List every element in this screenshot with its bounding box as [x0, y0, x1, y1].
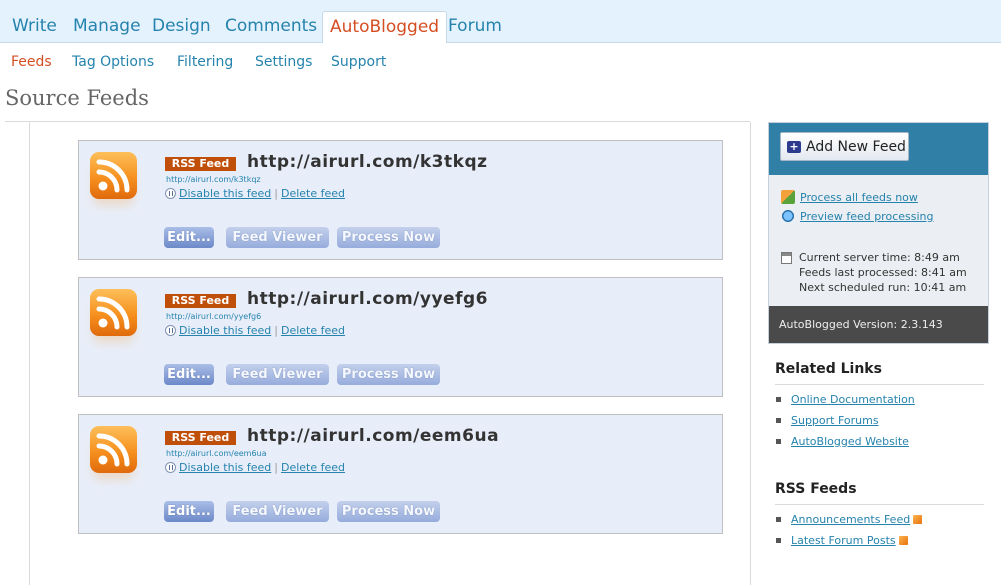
preview-feed-processing-link[interactable]: Preview feed processing — [781, 209, 933, 223]
title-divider — [5, 121, 750, 122]
feed-source-link[interactable]: http://airurl.com/k3tkqz — [166, 175, 261, 184]
support-forums-link[interactable]: Support Forums — [791, 414, 879, 427]
subtab-filtering[interactable]: Filtering — [177, 54, 233, 70]
subtab-feeds[interactable]: Feeds — [11, 54, 52, 70]
edit-feed-button[interactable]: Edit... — [164, 501, 214, 522]
add-new-feed-button[interactable]: + Add New Feed — [780, 132, 909, 161]
edit-feed-button[interactable]: Edit... — [164, 364, 214, 385]
rss-icon — [90, 152, 137, 199]
content-left-border — [29, 122, 30, 585]
tab-autoblogged[interactable]: AutoBlogged — [322, 11, 448, 43]
feed-title-url: http://airurl.com/yyefg6 — [247, 289, 488, 309]
rss-icon — [898, 536, 908, 545]
feed-viewer-button[interactable]: Feed Viewer — [226, 364, 329, 385]
feed-card: RSS Feed http://airurl.com/eem6ua http:/… — [78, 414, 723, 534]
feed-card: RSS Feed http://airurl.com/yyefg6 http:/… — [78, 277, 723, 397]
feed-source-link[interactable]: http://airurl.com/yyefg6 — [166, 312, 261, 321]
rss-feeds-divider — [775, 504, 984, 505]
feed-actions: Disable this feed | Delete feed — [165, 461, 345, 474]
feed-title-url: http://airurl.com/k3tkqz — [247, 152, 488, 172]
version-footer: AutoBlogged Version: 2.3.143 — [769, 306, 988, 343]
list-item: Online Documentation — [776, 393, 915, 406]
process-now-button[interactable]: Process Now — [337, 227, 440, 248]
list-item: AutoBlogged Website — [776, 435, 909, 448]
feed-actions: Disable this feed | Delete feed — [165, 187, 345, 200]
feed-title-url: http://airurl.com/eem6ua — [247, 426, 500, 446]
preview-icon — [781, 209, 795, 223]
process-icon — [781, 190, 795, 204]
disable-feed-link[interactable]: Disable this feed — [179, 324, 271, 337]
edit-feed-button[interactable]: Edit... — [164, 227, 214, 248]
delete-feed-link[interactable]: Delete feed — [281, 461, 345, 474]
last-processed: Feeds last processed: 8:41 am — [799, 266, 967, 279]
related-links-divider — [775, 384, 984, 385]
process-now-button[interactable]: Process Now — [337, 364, 440, 385]
feed-type-badge: RSS Feed — [165, 294, 236, 308]
tab-design[interactable]: Design — [152, 11, 211, 42]
feed-control-panel: + Add New Feed Process all feeds now Pre… — [768, 122, 989, 344]
latest-forum-posts-link[interactable]: Latest Forum Posts — [791, 534, 896, 547]
process-now-button[interactable]: Process Now — [337, 501, 440, 522]
page-title: Source Feeds — [5, 86, 149, 110]
calendar-icon — [781, 252, 792, 264]
next-scheduled-run: Next scheduled run: 10:41 am — [799, 281, 967, 294]
rss-feeds-heading: RSS Feeds — [775, 481, 857, 497]
related-links-heading: Related Links — [775, 361, 882, 377]
subtab-settings[interactable]: Settings — [255, 54, 312, 70]
add-new-feed-label: Add New Feed — [806, 139, 906, 155]
tab-write[interactable]: Write — [12, 11, 57, 42]
rss-icon — [90, 426, 137, 473]
plus-icon: + — [787, 141, 801, 153]
delete-feed-link[interactable]: Delete feed — [281, 187, 345, 200]
feed-actions: Disable this feed | Delete feed — [165, 324, 345, 337]
list-item: Support Forums — [776, 414, 879, 427]
content-right-border — [750, 122, 751, 585]
pause-icon — [165, 462, 176, 473]
preview-label: Preview feed processing — [800, 210, 934, 223]
pause-icon — [165, 325, 176, 336]
pause-icon — [165, 188, 176, 199]
disable-feed-link[interactable]: Disable this feed — [179, 461, 271, 474]
online-documentation-link[interactable]: Online Documentation — [791, 393, 915, 406]
process-all-label: Process all feeds now — [800, 191, 918, 204]
disable-feed-link[interactable]: Disable this feed — [179, 187, 271, 200]
feed-viewer-button[interactable]: Feed Viewer — [226, 501, 329, 522]
list-item: Latest Forum Posts — [776, 534, 908, 547]
panel-header: + Add New Feed — [769, 123, 988, 175]
subtab-tag-options[interactable]: Tag Options — [72, 54, 154, 70]
tab-forum[interactable]: Forum — [448, 11, 502, 42]
feed-card: RSS Feed http://airurl.com/k3tkqz http:/… — [78, 140, 723, 260]
admin-top-menu: Write Manage Design Comments AutoBlogged… — [0, 0, 1001, 43]
autoblogged-website-link[interactable]: AutoBlogged Website — [791, 435, 909, 448]
rss-icon — [913, 515, 923, 524]
delete-feed-link[interactable]: Delete feed — [281, 324, 345, 337]
feed-type-badge: RSS Feed — [165, 431, 236, 445]
subtab-support[interactable]: Support — [331, 54, 386, 70]
announcements-feed-link[interactable]: Announcements Feed — [791, 513, 910, 526]
list-item: Announcements Feed — [776, 513, 923, 526]
feed-source-link[interactable]: http://airurl.com/eem6ua — [166, 449, 267, 458]
server-time: Current server time: 8:49 am — [799, 251, 960, 264]
rss-icon — [90, 289, 137, 336]
tab-comments[interactable]: Comments — [225, 11, 317, 42]
tab-manage[interactable]: Manage — [73, 11, 141, 42]
process-all-feeds-link[interactable]: Process all feeds now — [781, 190, 918, 204]
feed-viewer-button[interactable]: Feed Viewer — [226, 227, 329, 248]
feed-type-badge: RSS Feed — [165, 157, 236, 171]
